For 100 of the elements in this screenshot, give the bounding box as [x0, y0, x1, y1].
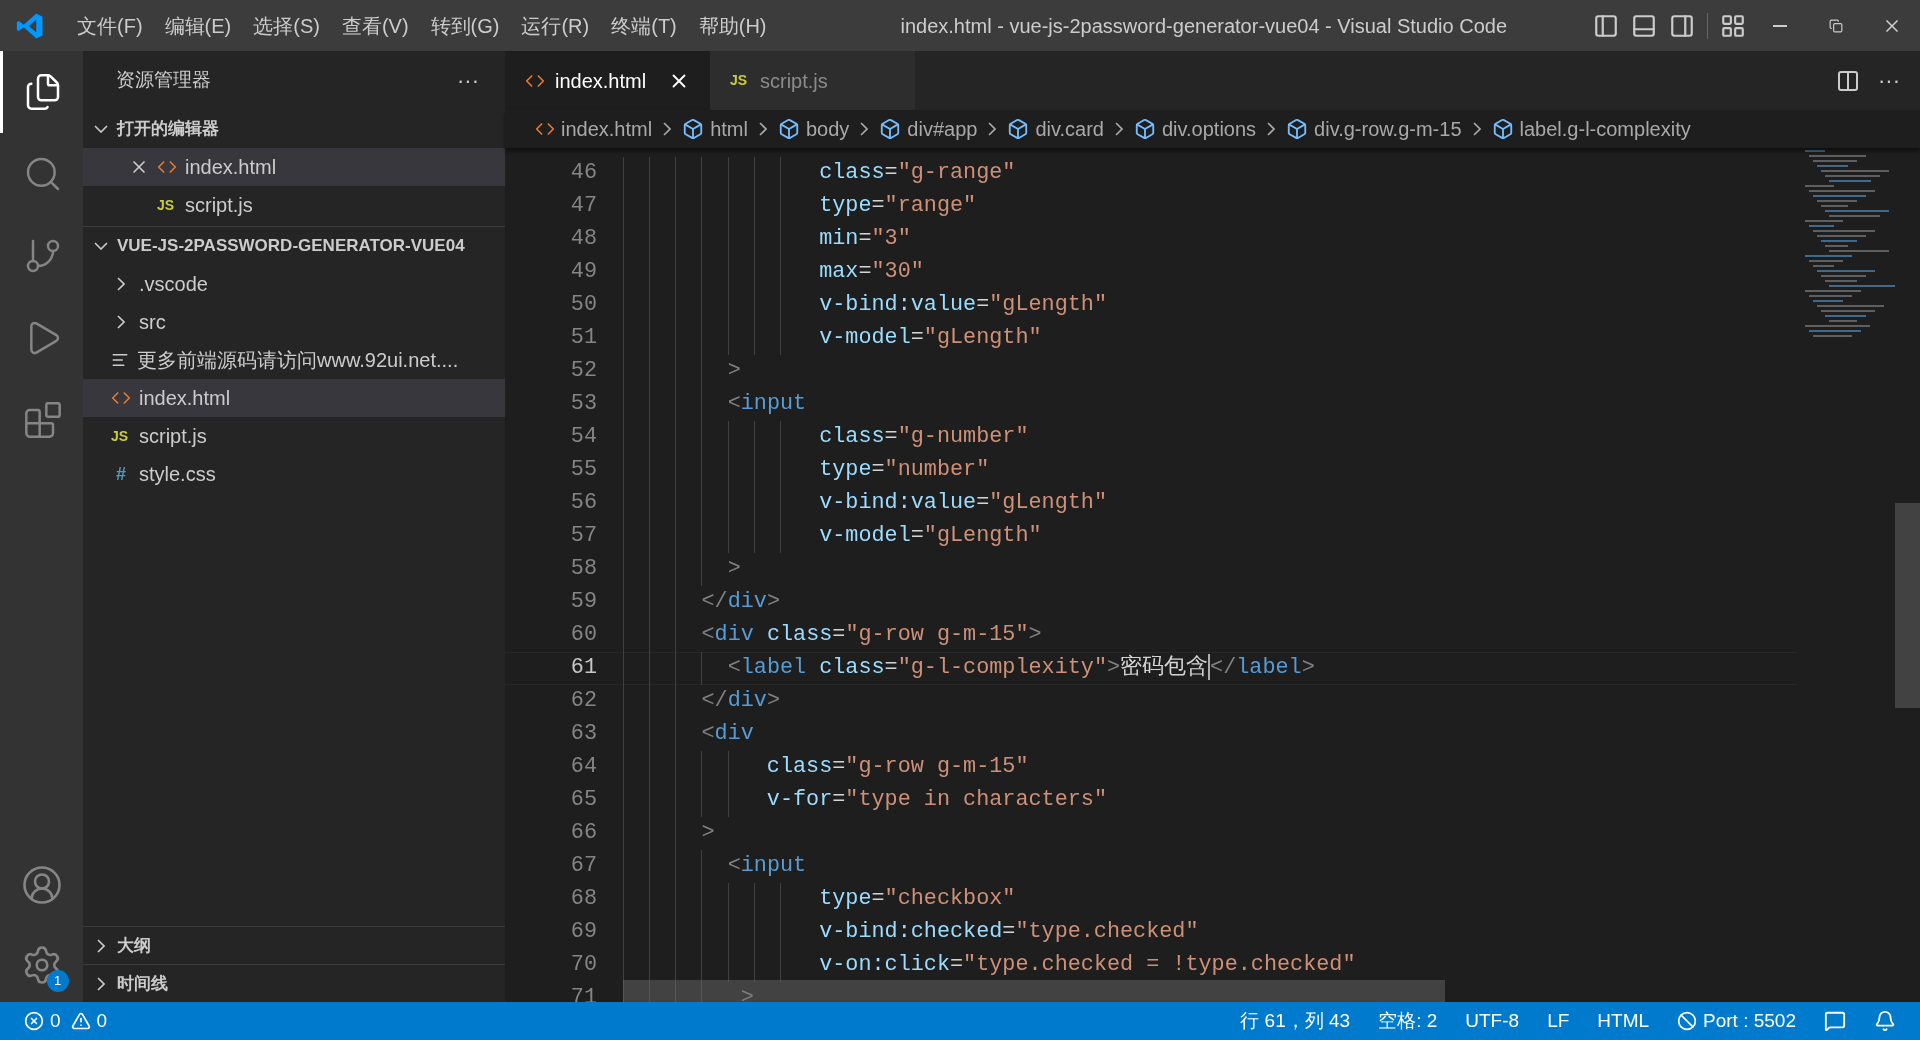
panel-bottom-icon[interactable] [1631, 12, 1657, 39]
window-title: index.html - vue-js-2password-generator-vue04 - Visual Studio Code [900, 13, 1508, 39]
section-header[interactable]: 打开的编辑器 [83, 110, 505, 148]
sidebar-title: 资源管理器 [116, 68, 211, 93]
vertical-scrollbar[interactable] [1895, 503, 1920, 708]
line-number: 67 [569, 852, 597, 881]
file-name: .vscode [139, 272, 208, 297]
cube-icon [879, 118, 902, 140]
menu-item[interactable]: 选择(S) [245, 10, 328, 41]
code-line: type="number" [819, 456, 990, 485]
chevron-right-icon [663, 122, 672, 136]
code-line: <input [727, 852, 807, 881]
breadcrumb-item[interactable]: div.options [1161, 114, 1257, 144]
file-item[interactable]: index.html [83, 148, 505, 186]
code-line: class="g-range" [819, 159, 1016, 188]
panel-right-icon[interactable] [1669, 12, 1695, 39]
file-item[interactable]: # style.css [83, 455, 505, 493]
code-line: > [727, 555, 741, 584]
warning-count[interactable]: 0 [96, 1006, 108, 1036]
chevron-right-icon [988, 122, 997, 136]
breadcrumb-item[interactable]: index.html [561, 114, 653, 144]
file-item[interactable]: JS script.js [83, 186, 505, 224]
cube-icon [777, 118, 800, 140]
file-name: script.js [185, 193, 253, 218]
code-line: type="range" [819, 192, 977, 221]
menu-item[interactable]: 运行(R) [513, 10, 598, 41]
section-title: 时间线 [117, 972, 168, 995]
account-icon[interactable] [20, 864, 63, 906]
bell-icon[interactable] [1874, 1010, 1896, 1032]
chevron-right-icon [1267, 122, 1276, 136]
line-number: 70 [569, 951, 597, 980]
line-number: 56 [569, 489, 597, 518]
horizontal-scrollbar[interactable] [623, 980, 1445, 1002]
file-item[interactable]: index.html [83, 379, 505, 417]
file-name: src [139, 310, 166, 335]
file-name: style.css [139, 462, 216, 487]
breadcrumb-item[interactable]: div.card [1035, 114, 1104, 144]
status-item[interactable]: UTF-8 [1465, 1006, 1520, 1036]
file-name: 更多前端源码请访问www.92ui.net.... [137, 348, 459, 373]
code-line: > [740, 984, 754, 1002]
line-number: 64 [569, 753, 597, 782]
file-item[interactable]: .vscode [83, 265, 505, 303]
section-header[interactable]: VUE-JS-2PASSWORD-GENERATOR-VUE04 [83, 227, 505, 265]
file-name: index.html [185, 155, 277, 180]
notification-badge: 1 [46, 970, 69, 992]
more-button[interactable]: ··· [1878, 69, 1900, 92]
more-button[interactable]: ··· [457, 69, 479, 92]
breadcrumb-item[interactable]: div.g-row.g-m-15 [1314, 114, 1462, 144]
code-line: <input [727, 390, 807, 419]
code-line: <div class="g-row g-m-15"> [701, 621, 1042, 650]
status-item[interactable]: Port : 5502 [1703, 1006, 1796, 1036]
menu-item[interactable]: 帮助(H) [690, 10, 775, 41]
menu-item[interactable]: 转到(G) [422, 10, 508, 41]
cube-icon [682, 118, 705, 140]
file-item[interactable]: JS script.js [83, 417, 505, 455]
line-number: 47 [569, 192, 597, 221]
status-item[interactable]: LF [1547, 1006, 1570, 1036]
line-number: 46 [569, 159, 597, 188]
code-line: class="g-row g-m-15" [766, 753, 1029, 782]
chevron-right-icon [1114, 122, 1123, 136]
line-number: 49 [569, 258, 597, 287]
breadcrumb-item[interactable]: html [710, 114, 748, 144]
menu-item[interactable]: 文件(F) [69, 10, 151, 41]
menu-item[interactable]: 终端(T) [603, 10, 685, 41]
menu-item[interactable]: 编辑(E) [156, 10, 240, 41]
text-file-icon [111, 351, 129, 369]
editor-tab[interactable]: index.html [505, 51, 710, 110]
split-editor-icon[interactable] [1836, 68, 1860, 93]
code-line: v-on:click="type.checked = !type.checked" [819, 951, 1356, 980]
file-item[interactable]: src [83, 303, 505, 341]
line-number: 57 [569, 522, 597, 551]
file-name: index.html [139, 386, 231, 411]
status-item[interactable]: 空格: 2 [1378, 1006, 1438, 1036]
cube-icon [1491, 118, 1514, 140]
chevron-right-icon [860, 122, 869, 136]
layout-icon[interactable] [1720, 12, 1746, 39]
file-item[interactable]: 更多前端源码请访问www.92ui.net.... [83, 341, 505, 379]
section-title: VUE-JS-2PASSWORD-GENERATOR-VUE04 [117, 235, 465, 258]
css-file-icon: # [111, 460, 131, 488]
cube-icon [1133, 118, 1156, 140]
line-number: 65 [569, 786, 597, 815]
js-file-icon: JS [111, 425, 131, 447]
js-file-icon: JS [730, 70, 750, 91]
breadcrumb-item[interactable]: label.g-l-complexity [1519, 114, 1691, 144]
line-number: 62 [569, 687, 597, 716]
feedback-icon[interactable] [1824, 1010, 1846, 1032]
status-item[interactable]: HTML [1597, 1006, 1650, 1036]
code-line: v-bind:checked="type.checked" [819, 918, 1199, 947]
line-number: 54 [569, 423, 597, 452]
menu-item[interactable]: 查看(V) [333, 10, 417, 41]
line-number: 68 [569, 885, 597, 914]
editor-tab[interactable]: JS script.js [710, 51, 915, 110]
breadcrumb-item[interactable]: body [805, 114, 850, 144]
breadcrumb-item[interactable]: div#app [907, 114, 978, 144]
panel-left-icon[interactable] [1593, 12, 1619, 39]
port-icon [1677, 1011, 1698, 1031]
code-line: type="checkbox" [819, 885, 1016, 914]
section-header[interactable]: 大纲 [83, 926, 505, 964]
error-count[interactable]: 0 [50, 1006, 61, 1036]
status-item[interactable]: 行 61，列 43 [1240, 1006, 1351, 1036]
